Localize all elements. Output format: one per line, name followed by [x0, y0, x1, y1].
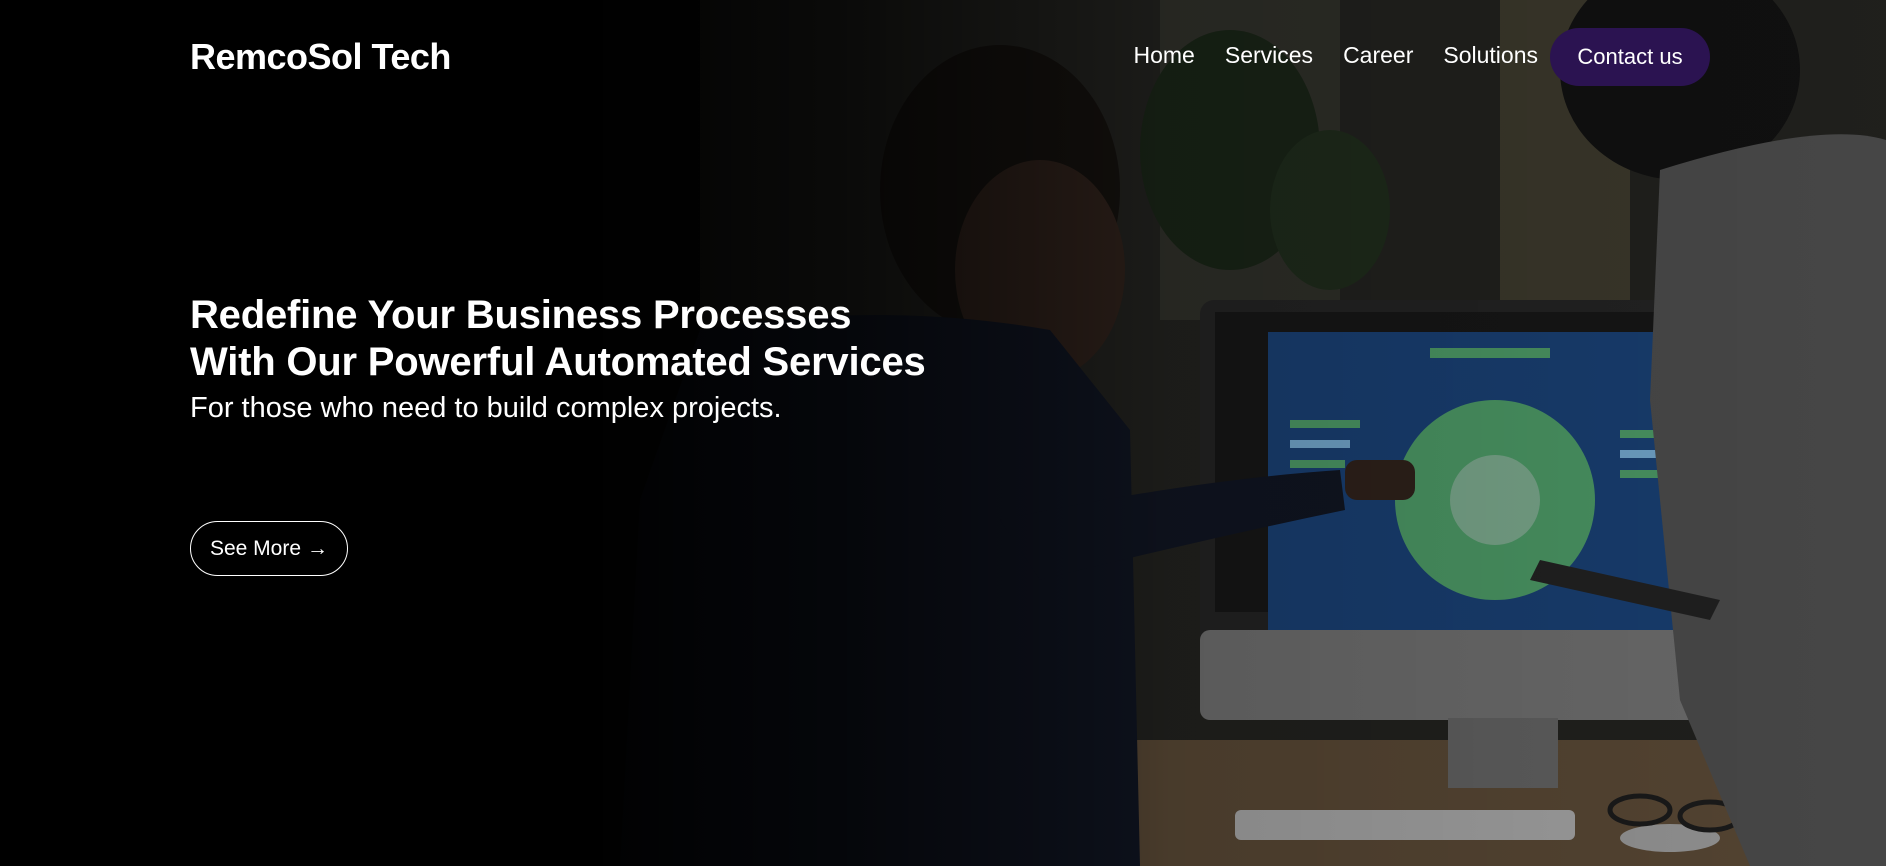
see-more-label: See More: [209, 536, 302, 560]
hero-background-image: [0, 0, 1886, 866]
hero-section: RemcoSol Tech Home Services Career Solut…: [0, 0, 1886, 866]
nav-link-home[interactable]: Home: [1134, 42, 1195, 69]
see-more-button[interactable]: See More →: [190, 521, 348, 576]
top-navigation: RemcoSol Tech Home Services Career Solut…: [0, 0, 1886, 116]
nav-links: Home Services Career Solutions: [1104, 42, 1539, 69]
arrow-right-icon: →: [307, 536, 329, 560]
nav-link-solutions[interactable]: Solutions: [1443, 42, 1538, 69]
contact-us-button[interactable]: Contact us: [1550, 28, 1710, 86]
brand-logo[interactable]: RemcoSol Tech: [190, 36, 451, 78]
nav-link-career[interactable]: Career: [1343, 42, 1413, 69]
hero-headline: Redefine Your Business Processes With Ou…: [190, 293, 926, 384]
hero-subline: For those who need to build complex proj…: [190, 392, 782, 424]
hero-content: Redefine Your Business Processes With Ou…: [190, 292, 930, 426]
nav-link-services[interactable]: Services: [1225, 42, 1313, 69]
